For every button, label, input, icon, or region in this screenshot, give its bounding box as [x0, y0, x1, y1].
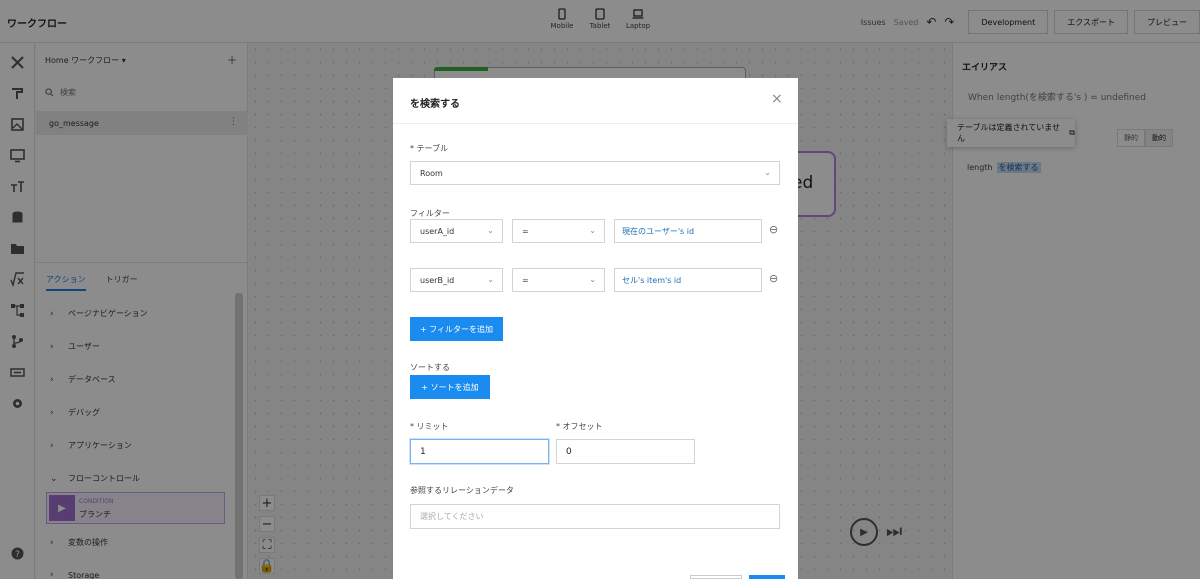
- cancel-button[interactable]: [690, 575, 742, 579]
- search-modal: を検索する × * テーブル Room ⌄ フィルター userA_id ⌄ =…: [393, 78, 798, 579]
- filter-field-select[interactable]: userB_id ⌄: [410, 268, 503, 292]
- filter-operator-select[interactable]: = ⌄: [512, 268, 605, 292]
- remove-filter-icon[interactable]: ⊖: [769, 223, 778, 236]
- add-sort-button[interactable]: + ソートを追加: [410, 375, 490, 399]
- filter-value-input[interactable]: セル's item's id: [614, 268, 762, 292]
- filter-field-select[interactable]: userA_id ⌄: [410, 219, 503, 243]
- filter-field: userA_id: [420, 226, 455, 236]
- offset-label: * オフセット: [556, 422, 603, 431]
- mouse-cursor: ➤: [650, 472, 661, 486]
- relation-select[interactable]: 選択してください: [410, 504, 780, 529]
- chevron-down-icon: ⌄: [764, 168, 771, 177]
- divider: [393, 123, 798, 124]
- filter-operator: =: [522, 226, 529, 236]
- modal-title: を検索する: [410, 99, 460, 110]
- filter-operator-select[interactable]: = ⌄: [512, 219, 605, 243]
- sort-label: ソートする: [410, 363, 450, 372]
- chevron-down-icon: ⌄: [487, 226, 494, 235]
- chevron-down-icon: ⌄: [589, 226, 596, 235]
- limit-input[interactable]: 1: [410, 439, 549, 464]
- filter-field: userB_id: [420, 275, 455, 285]
- chevron-down-icon: ⌄: [589, 275, 596, 284]
- table-label: * テーブル: [410, 144, 449, 153]
- add-filter-button[interactable]: + フィルターを追加: [410, 317, 503, 341]
- remove-filter-icon[interactable]: ⊖: [769, 272, 778, 285]
- save-button[interactable]: [749, 575, 785, 579]
- table-select[interactable]: Room ⌄: [410, 161, 780, 185]
- close-icon[interactable]: ×: [771, 91, 783, 107]
- offset-input[interactable]: 0: [556, 439, 695, 464]
- filter-label: フィルター: [410, 209, 450, 218]
- table-value: Room: [420, 168, 443, 178]
- filter-value-input[interactable]: 現在のユーザー's id: [614, 219, 762, 243]
- filter-operator: =: [522, 275, 529, 285]
- chevron-down-icon: ⌄: [487, 275, 494, 284]
- limit-label: * リミット: [410, 422, 449, 431]
- relation-label: 参照するリレーションデータ: [410, 486, 514, 495]
